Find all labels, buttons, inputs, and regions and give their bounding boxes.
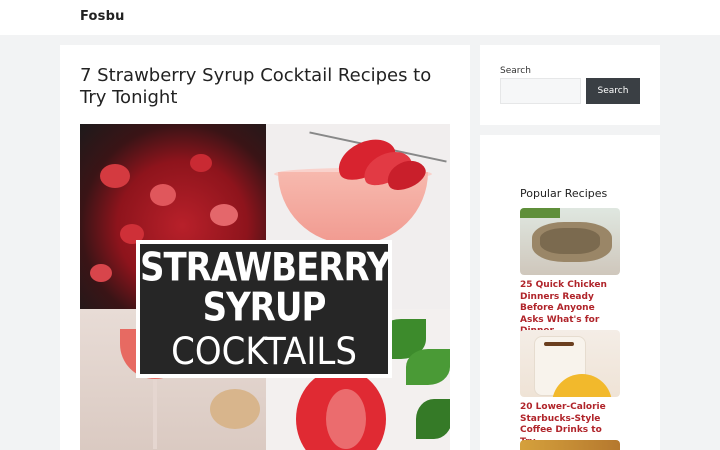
search-button[interactable]: Search bbox=[586, 78, 640, 104]
search-input[interactable] bbox=[500, 78, 581, 104]
popular-recipes-title: Popular Recipes bbox=[520, 187, 608, 200]
site-header: Fosbu bbox=[0, 0, 720, 35]
search-label: Search bbox=[500, 66, 531, 76]
popular-recipes-widget: Popular Recipes 25 Quick Chicken Dinners… bbox=[480, 135, 660, 450]
article-card: 7 Strawberry Syrup Cocktail Recipes to T… bbox=[60, 45, 470, 450]
recipe-thumbnail-third[interactable] bbox=[520, 440, 620, 450]
hero-text-line2: SYRUP bbox=[202, 285, 327, 331]
site-brand[interactable]: Fosbu bbox=[80, 9, 125, 24]
hero-text-line3: COCKTAILS bbox=[171, 330, 357, 374]
hero-image: STRAWBERRY SYRUP COCKTAILS bbox=[80, 124, 450, 450]
hero-title-banner: STRAWBERRY SYRUP COCKTAILS bbox=[136, 240, 392, 378]
recipe-thumbnail-chicken[interactable] bbox=[520, 208, 620, 275]
article-title: 7 Strawberry Syrup Cocktail Recipes to T… bbox=[80, 65, 432, 108]
recipe-link-chicken[interactable]: 25 Quick Chicken Dinners Ready Before An… bbox=[520, 280, 620, 338]
search-widget: Search Search bbox=[480, 45, 660, 125]
recipe-thumbnail-coffee[interactable] bbox=[520, 330, 620, 397]
